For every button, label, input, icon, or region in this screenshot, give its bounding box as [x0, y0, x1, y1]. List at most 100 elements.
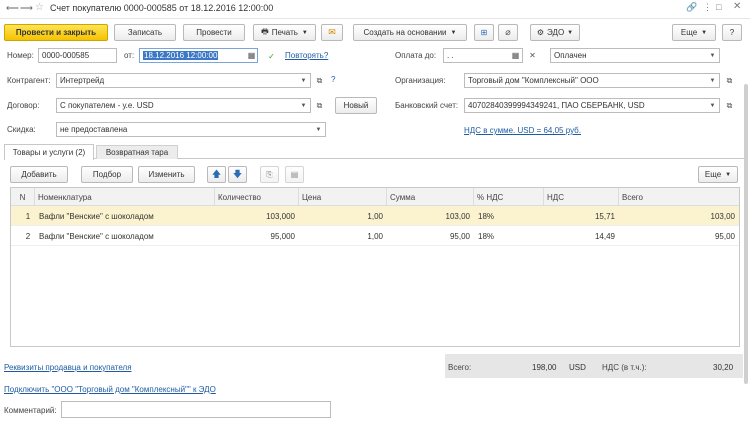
- maximize-icon[interactable]: □: [716, 2, 721, 12]
- print-button[interactable]: 🖶 Печать ▼: [253, 24, 316, 41]
- chevron-down-icon: ▼: [450, 29, 457, 36]
- vat-included-label: НДС (в т.ч.):: [602, 363, 647, 372]
- status-field[interactable]: Оплачен: [550, 48, 720, 63]
- chevron-down-icon[interactable]: ▼: [297, 73, 310, 88]
- chevron-down-icon[interactable]: ▼: [706, 98, 719, 113]
- menu-dots-icon[interactable]: ⋮: [703, 2, 712, 13]
- total-currency: USD: [569, 363, 586, 372]
- connect-edo-link[interactable]: Подключить "ООО "Торговый дом "Комплексн…: [4, 385, 216, 394]
- table-row[interactable]: 2 Вафли "Венские" с шоколадом 95,000 1,0…: [11, 226, 739, 246]
- number-field[interactable]: 0000-000585: [38, 48, 117, 63]
- help-button[interactable]: ?: [722, 24, 742, 41]
- row-price: 1,00: [367, 231, 383, 241]
- chevron-down-icon[interactable]: ▼: [312, 122, 325, 137]
- paperclip-icon: ⌀: [505, 27, 511, 37]
- arrow-up-icon: 🡅: [211, 168, 222, 179]
- back-button[interactable]: ⟵: [6, 3, 19, 14]
- totals-panel: [445, 354, 743, 378]
- open-icon[interactable]: ⧉: [723, 98, 736, 113]
- scrollbar[interactable]: [744, 84, 748, 384]
- total-value: 198,00: [532, 363, 557, 372]
- tab-goods-services[interactable]: Товары и услуги (2): [4, 144, 94, 160]
- vat-amount-link[interactable]: НДС в сумме. USD = 64,05 руб.: [464, 126, 581, 135]
- date-field[interactable]: 18.12.2016 12:00:00: [139, 48, 258, 63]
- mail-button[interactable]: ✉: [321, 24, 343, 41]
- post-button[interactable]: Провести: [183, 24, 245, 41]
- open-icon[interactable]: ⧉: [313, 98, 326, 113]
- forward-button[interactable]: ⟶: [20, 3, 33, 14]
- open-icon[interactable]: ⧉: [723, 73, 736, 88]
- counterparty-label: Контрагент:: [7, 76, 51, 85]
- row-vat: 15,71: [594, 211, 615, 221]
- date-value: 18.12.2016 12:00:00: [143, 51, 219, 60]
- copy-icon: ⎘: [266, 169, 273, 179]
- col-price-header[interactable]: Цена: [299, 188, 387, 206]
- counterparty-value: Интертрейд: [60, 76, 105, 85]
- discount-field[interactable]: не предоставлена: [56, 122, 326, 137]
- chevron-down-icon[interactable]: ▼: [706, 48, 719, 63]
- link-icon[interactable]: 🔗: [686, 2, 697, 13]
- new-contract-button[interactable]: Новый: [335, 97, 377, 114]
- col-total-header[interactable]: Всего: [619, 188, 739, 206]
- calc-button[interactable]: ▤: [285, 166, 304, 183]
- open-icon[interactable]: ⧉: [313, 73, 326, 88]
- edit-row-button[interactable]: Изменить: [138, 166, 195, 183]
- attach-button[interactable]: ⌀: [498, 24, 518, 41]
- clear-icon[interactable]: ✕: [526, 48, 539, 63]
- favorite-star-icon[interactable]: ☆: [35, 2, 44, 13]
- goods-table: N Номенклатура Количество Цена Сумма % Н…: [10, 187, 740, 347]
- number-label: Номер:: [7, 51, 34, 60]
- edo-icon: ⚙: [536, 28, 545, 37]
- table-more-button[interactable]: Еще ▼: [698, 166, 738, 183]
- add-row-button[interactable]: Добавить: [10, 166, 68, 183]
- table-more-label: Еще: [704, 170, 722, 179]
- repeat-icon: ✓: [268, 52, 275, 61]
- calendar-icon[interactable]: ▦: [245, 48, 258, 63]
- arrow-down-icon: 🡇: [232, 168, 243, 179]
- calendar-icon[interactable]: ▦: [509, 48, 522, 63]
- printer-icon: 🖶: [261, 26, 269, 36]
- contract-value: С покупателем - у.е. USD: [60, 101, 154, 110]
- row-qty: 95,000: [270, 231, 295, 241]
- move-up-button[interactable]: 🡅: [207, 166, 226, 183]
- more-button[interactable]: Еще ▼: [672, 24, 716, 41]
- requisites-link[interactable]: Реквизиты продавца и покупателя: [4, 363, 132, 372]
- chevron-down-icon[interactable]: ▼: [706, 73, 719, 88]
- print-label: Печать: [271, 28, 298, 37]
- post-and-close-button[interactable]: Провести и закрыть: [4, 24, 108, 41]
- col-vat-rate-header[interactable]: % НДС: [474, 188, 544, 206]
- window-title: Счет покупателю 0000-000585 от 18.12.201…: [50, 3, 274, 13]
- organization-field[interactable]: Торговый дом "Комплексный" ООО: [464, 73, 720, 88]
- repeat-link[interactable]: Повторять?: [285, 51, 328, 60]
- table-row[interactable]: 1 Вафли "Венские" с шоколадом 103,000 1,…: [11, 206, 739, 226]
- create-based-on-button[interactable]: Создать на основании ▼: [353, 24, 467, 41]
- save-button[interactable]: Записать: [114, 24, 176, 41]
- col-sum-header[interactable]: Сумма: [387, 188, 474, 206]
- row-vat: 14,49: [594, 231, 615, 241]
- counterparty-field[interactable]: Интертрейд: [56, 73, 311, 88]
- discount-label: Скидка:: [7, 125, 36, 134]
- col-qty-header[interactable]: Количество: [215, 188, 299, 206]
- col-item-header[interactable]: Номенклатура: [35, 188, 215, 206]
- copy-row-button[interactable]: ⎘: [260, 166, 279, 183]
- close-icon[interactable]: ✕: [733, 1, 741, 12]
- comment-field[interactable]: [61, 401, 331, 418]
- mail-icon: ✉: [328, 27, 336, 37]
- counterparty-help-icon[interactable]: ?: [331, 75, 335, 84]
- structure-button[interactable]: ⊞: [474, 24, 494, 41]
- comment-label: Комментарий:: [4, 406, 57, 415]
- contract-field[interactable]: С покупателем - у.е. USD: [56, 98, 311, 113]
- col-vat-header[interactable]: НДС: [544, 188, 619, 206]
- calculator-icon: ▤: [290, 170, 299, 179]
- bank-account-field[interactable]: 40702840399994349241, ПАО СБЕРБАНК, USD: [464, 98, 720, 113]
- row-sum: 95,00: [449, 231, 470, 241]
- chevron-down-icon[interactable]: ▼: [297, 98, 310, 113]
- edo-button[interactable]: ⚙ ЭДО ▼: [530, 24, 580, 41]
- move-down-button[interactable]: 🡇: [228, 166, 247, 183]
- tab-returnable-packaging[interactable]: Возвратная тара: [96, 145, 178, 159]
- row-total: 103,00: [710, 211, 735, 221]
- pick-button[interactable]: Подбор: [81, 166, 133, 183]
- chevron-down-icon: ▼: [701, 29, 708, 36]
- col-n-header[interactable]: N: [11, 188, 35, 206]
- row-price: 1,00: [367, 211, 383, 221]
